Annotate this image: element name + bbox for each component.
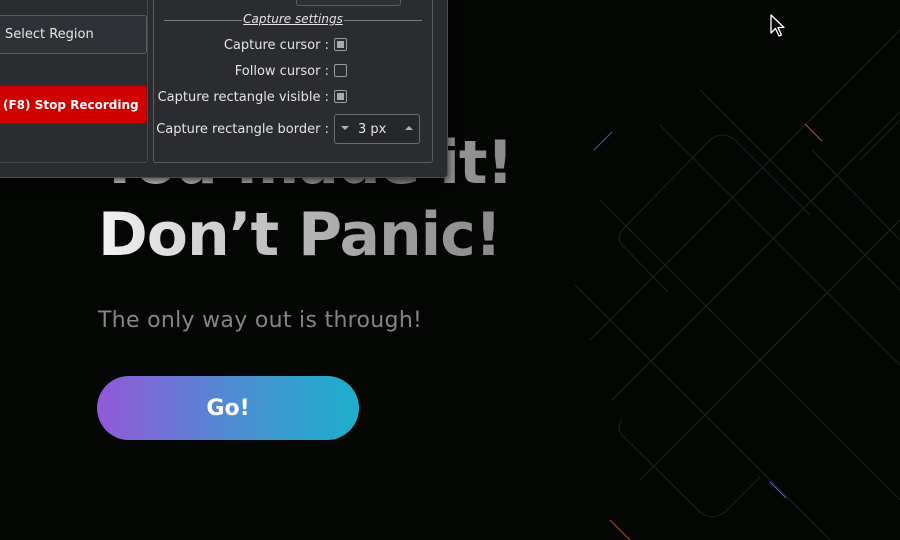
hero-subtitle: The only way out is through!: [98, 308, 423, 333]
follow-cursor-checkbox[interactable]: [334, 64, 347, 77]
group-title-row: Capture settings: [164, 12, 422, 28]
recorder-window: Select Region (F8) Stop Recording Captur…: [0, 0, 448, 178]
capture-rectangle-visible-label: Capture rectangle visible :: [157, 90, 329, 105]
hero-heading-line-2: Don’t Panic!: [98, 200, 502, 270]
divider: [344, 20, 422, 21]
triangle-down-icon[interactable]: [341, 126, 349, 130]
top-input-field[interactable]: [296, 0, 401, 6]
spinbox-value: 3 px: [358, 122, 387, 137]
capture-rectangle-border-spinbox[interactable]: 3 px: [334, 114, 420, 144]
capture-rectangle-border-label: Capture rectangle border :: [156, 122, 329, 137]
capture-cursor-label: Capture cursor :: [223, 38, 329, 53]
arrow-cursor-icon: [770, 14, 785, 37]
triangle-up-icon[interactable]: [405, 126, 413, 130]
select-region-button[interactable]: Select Region: [0, 15, 147, 54]
actions-panel: Select Region (F8) Stop Recording: [0, 0, 148, 163]
stop-recording-button[interactable]: (F8) Stop Recording: [0, 85, 147, 124]
capture-settings-title: Capture settings: [243, 12, 343, 26]
capture-cursor-checkbox[interactable]: [334, 38, 347, 51]
capture-settings-group: Capture settings Capture cursor : Follow…: [153, 0, 433, 163]
follow-cursor-label: Follow cursor :: [234, 64, 329, 79]
capture-rectangle-visible-checkbox[interactable]: [334, 90, 347, 103]
go-button[interactable]: Go!: [97, 376, 359, 440]
